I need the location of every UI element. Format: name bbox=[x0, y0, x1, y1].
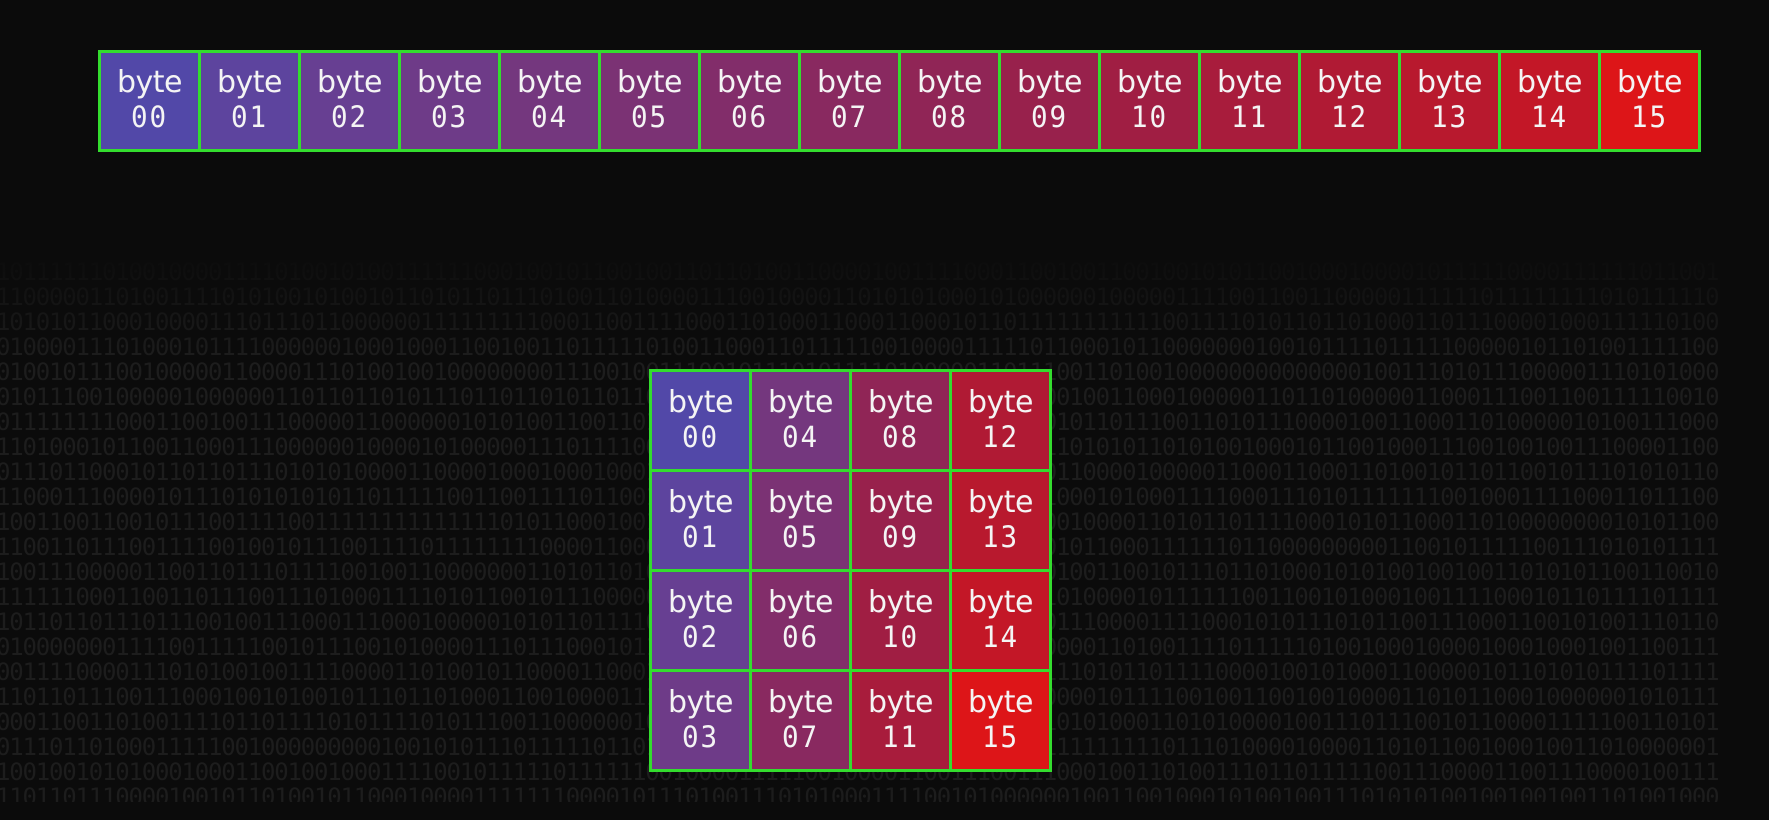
byte-label: byte bbox=[1616, 65, 1683, 100]
byte-label: byte bbox=[667, 384, 734, 420]
byte-index: 06 bbox=[782, 619, 819, 654]
byte-label: byte bbox=[667, 584, 734, 620]
strip-byte-cell: byte 05 bbox=[601, 53, 698, 149]
byte-label: byte bbox=[767, 684, 834, 720]
byte-label: byte bbox=[1016, 65, 1083, 100]
byte-label: byte bbox=[667, 484, 734, 520]
matrix-byte-cell: byte 04 bbox=[752, 372, 849, 469]
matrix-byte-cell: byte 14 bbox=[952, 572, 1049, 669]
byte-index: 05 bbox=[631, 100, 668, 134]
byte-index: 03 bbox=[682, 719, 719, 754]
byte-index: 10 bbox=[882, 619, 919, 654]
byte-index: 10 bbox=[1131, 100, 1168, 134]
byte-index: 14 bbox=[1531, 100, 1568, 134]
byte-label: byte bbox=[767, 584, 834, 620]
matrix-byte-cell: byte 12 bbox=[952, 372, 1049, 469]
byte-index: 03 bbox=[431, 100, 468, 134]
byte-index: 04 bbox=[782, 419, 819, 454]
byte-label: byte bbox=[1216, 65, 1283, 100]
byte-index: 14 bbox=[982, 619, 1019, 654]
strip-byte-cell: byte 10 bbox=[1101, 53, 1198, 149]
byte-label: byte bbox=[967, 584, 1034, 620]
matrix-byte-cell: byte 02 bbox=[652, 572, 749, 669]
strip-byte-cell: byte 14 bbox=[1501, 53, 1598, 149]
byte-label: byte bbox=[1516, 65, 1583, 100]
byte-label: byte bbox=[867, 384, 934, 420]
byte-label: byte bbox=[616, 65, 683, 100]
byte-label: byte bbox=[867, 684, 934, 720]
matrix-byte-cell: byte 11 bbox=[852, 672, 949, 769]
byte-index: 09 bbox=[882, 519, 919, 554]
byte-label: byte bbox=[416, 65, 483, 100]
strip-byte-cell: byte 04 bbox=[501, 53, 598, 149]
byte-label: byte bbox=[967, 484, 1034, 520]
byte-label: byte bbox=[1416, 65, 1483, 100]
byte-index: 11 bbox=[882, 719, 919, 754]
matrix-byte-cell: byte 05 bbox=[752, 472, 849, 569]
byte-index: 05 bbox=[782, 519, 819, 554]
byte-label: byte bbox=[1316, 65, 1383, 100]
byte-label: byte bbox=[816, 65, 883, 100]
matrix-byte-cell: byte 01 bbox=[652, 472, 749, 569]
byte-label: byte bbox=[867, 584, 934, 620]
byte-index: 07 bbox=[782, 719, 819, 754]
byte-index: 04 bbox=[531, 100, 568, 134]
byte-label: byte bbox=[767, 484, 834, 520]
byte-index: 12 bbox=[982, 419, 1019, 454]
strip-byte-cell: byte 03 bbox=[401, 53, 498, 149]
matrix-byte-cell: byte 10 bbox=[852, 572, 949, 669]
byte-index: 00 bbox=[682, 419, 719, 454]
matrix-byte-cell: byte 06 bbox=[752, 572, 849, 669]
byte-index: 02 bbox=[682, 619, 719, 654]
byte-index: 08 bbox=[882, 419, 919, 454]
byte-index: 11 bbox=[1231, 100, 1268, 134]
byte-label: byte bbox=[967, 384, 1034, 420]
byte-label: byte bbox=[1116, 65, 1183, 100]
strip-byte-cell: byte 12 bbox=[1301, 53, 1398, 149]
byte-index: 13 bbox=[1431, 100, 1468, 134]
strip-byte-cell: byte 13 bbox=[1401, 53, 1498, 149]
byte-index: 13 bbox=[982, 519, 1019, 554]
strip-byte-cell: byte 00 bbox=[101, 53, 198, 149]
byte-index: 01 bbox=[682, 519, 719, 554]
byte-strip-linear: byte 00 byte 01 byte 02 byte 03 byte 04 byte 05 byte… bbox=[98, 50, 1701, 152]
byte-index: 02 bbox=[331, 100, 368, 134]
byte-label: byte bbox=[967, 684, 1034, 720]
matrix-byte-cell: byte 08 bbox=[852, 372, 949, 469]
strip-byte-cell: byte 06 bbox=[701, 53, 798, 149]
matrix-byte-cell: byte 15 bbox=[952, 672, 1049, 769]
strip-byte-cell: byte 11 bbox=[1201, 53, 1298, 149]
matrix-byte-cell: byte 07 bbox=[752, 672, 849, 769]
matrix-byte-cell: byte 09 bbox=[852, 472, 949, 569]
matrix-byte-cell: byte 13 bbox=[952, 472, 1049, 569]
strip-byte-cell: byte 07 bbox=[801, 53, 898, 149]
byte-label: byte bbox=[916, 65, 983, 100]
byte-index: 08 bbox=[931, 100, 968, 134]
strip-byte-cell: byte 02 bbox=[301, 53, 398, 149]
byte-label: byte bbox=[316, 65, 383, 100]
matrix-byte-cell: byte 03 bbox=[652, 672, 749, 769]
byte-index: 09 bbox=[1031, 100, 1068, 134]
byte-label: byte bbox=[716, 65, 783, 100]
byte-index: 15 bbox=[982, 719, 1019, 754]
strip-byte-cell: byte 01 bbox=[201, 53, 298, 149]
matrix-byte-cell: byte 00 bbox=[652, 372, 749, 469]
strip-byte-cell: byte 08 bbox=[901, 53, 998, 149]
byte-label: byte bbox=[116, 65, 183, 100]
byte-index: 12 bbox=[1331, 100, 1368, 134]
byte-matrix-4x4: byte 00 byte 04 byte 08 byte 12 byte 01 byte 05 byte… bbox=[649, 369, 1052, 772]
byte-label: byte bbox=[867, 484, 934, 520]
byte-label: byte bbox=[216, 65, 283, 100]
byte-label: byte bbox=[516, 65, 583, 100]
byte-index: 00 bbox=[131, 100, 168, 134]
strip-byte-cell: byte 15 bbox=[1601, 53, 1698, 149]
byte-index: 06 bbox=[731, 100, 768, 134]
byte-index: 15 bbox=[1631, 100, 1668, 134]
byte-label: byte bbox=[667, 684, 734, 720]
byte-index: 07 bbox=[831, 100, 868, 134]
byte-index: 01 bbox=[231, 100, 268, 134]
strip-byte-cell: byte 09 bbox=[1001, 53, 1098, 149]
byte-label: byte bbox=[767, 384, 834, 420]
